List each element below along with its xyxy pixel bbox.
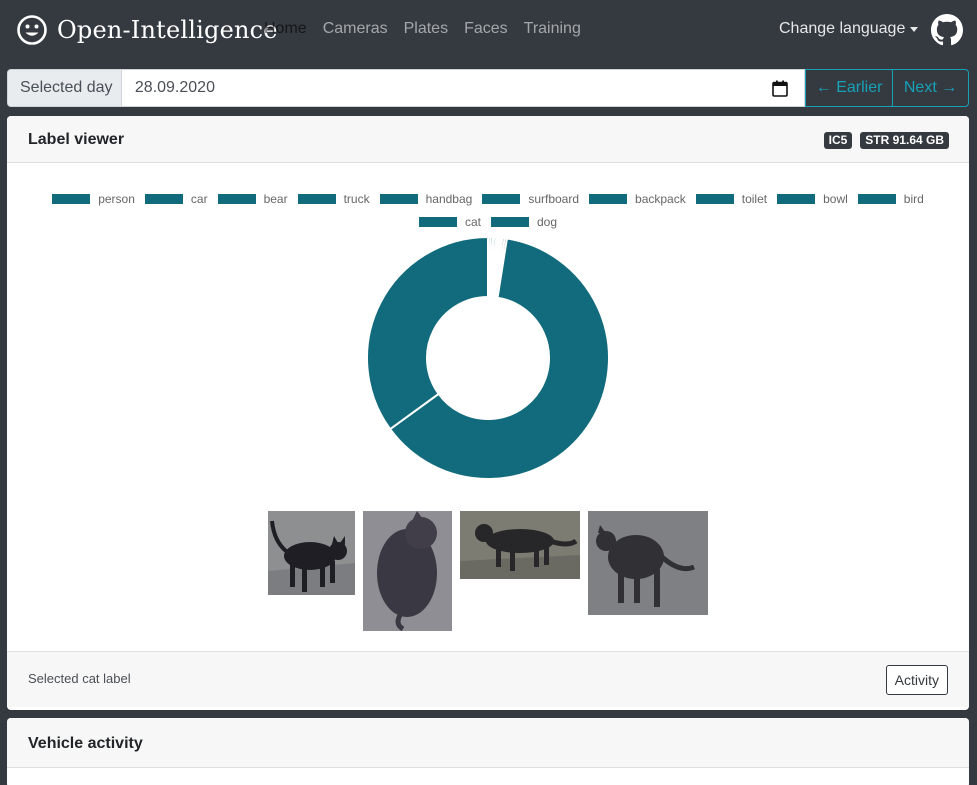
legend-label: toilet [741, 192, 768, 206]
legend-item-backpack[interactable]: backpack [589, 188, 686, 210]
language-dropdown[interactable]: Change language [779, 20, 919, 38]
legend-item-bird[interactable]: bird [857, 188, 924, 210]
cat-image-2-picture [363, 511, 452, 631]
legend-swatch [144, 194, 183, 204]
nav-link-plates[interactable]: Plates [404, 20, 448, 38]
legend-swatch [52, 194, 91, 204]
label-viewer-title: Label viewer [28, 131, 125, 148]
legend-label: person [98, 192, 135, 206]
cat-image-3-picture [460, 511, 580, 579]
legend-swatch [857, 194, 896, 204]
legend-label: bowl [823, 192, 848, 206]
smiley-face-icon [17, 15, 47, 45]
nav-link-home[interactable]: Home [264, 20, 307, 38]
legend-swatch [777, 194, 816, 204]
date-input[interactable]: 28.09.2020 [121, 69, 806, 107]
legend-swatch [379, 194, 418, 204]
label-viewer-footer: Selected cat label Activity [7, 651, 969, 707]
vehicle-activity-card: Vehicle activity [7, 718, 969, 785]
legend-label: car [190, 192, 208, 206]
legend-swatch [418, 217, 457, 227]
legend-swatch [217, 194, 256, 204]
brand[interactable]: Open-Intelligence [16, 13, 278, 47]
legend-label: cat [464, 215, 481, 229]
cat-image-2[interactable] [363, 511, 452, 631]
brand-name: Open-Intelligence [57, 16, 278, 44]
label-viewer-header: Label viewer IC5 STR 91.64 GB [7, 116, 969, 163]
cat-image-1-picture [268, 511, 355, 595]
legend-swatch [695, 194, 734, 204]
date-selector: Selected day 28.09.2020 ← Earlier Next → [7, 69, 969, 107]
cat-image-4-picture [588, 511, 708, 615]
cat-image-1[interactable] [268, 511, 355, 595]
legend-label: bird [903, 192, 924, 206]
navbar: Open-Intelligence Home Cameras Plates Fa… [0, 0, 977, 62]
nav-link-cameras[interactable]: Cameras [323, 20, 388, 38]
github-icon[interactable] [931, 14, 963, 46]
legend-item-toilet[interactable]: toilet [695, 188, 768, 210]
legend-label: surfboard [528, 192, 580, 206]
legend-label: backpack [635, 192, 686, 206]
legend-label: handbag [425, 192, 473, 206]
cat-image-3[interactable] [460, 511, 580, 579]
legend-label: truck [343, 192, 370, 206]
selected-label-text: Selected cat label [28, 671, 131, 686]
storage-badge: STR 91.64 GB [860, 132, 949, 149]
legend-swatch [482, 194, 521, 204]
vehicle-activity-header: Vehicle activity [7, 718, 969, 768]
donut-chart [366, 236, 610, 480]
nav-links: Home Cameras Plates Faces Training [264, 20, 597, 38]
legend-label: bear [263, 192, 288, 206]
vehicle-activity-title: Vehicle activity [28, 735, 143, 752]
date-value: 28.09.2020 [134, 79, 215, 96]
calendar-icon[interactable] [772, 80, 788, 97]
activity-button[interactable]: Activity [885, 665, 948, 695]
legend-swatch [297, 194, 336, 204]
label-viewer-card: Label viewer IC5 STR 91.64 GB person car b… [7, 116, 969, 710]
donut-slice-dog[interactable] [366, 236, 489, 431]
label-chart-area: person car bear truck handbag surfboard backpa… [7, 163, 969, 651]
legend-item-handbag[interactable]: handbag [379, 188, 473, 210]
legend-item-cat[interactable]: cat [418, 211, 481, 233]
next-button[interactable]: Next → [893, 69, 969, 107]
selected-day-label: Selected day [7, 69, 122, 107]
nav-link-training[interactable]: Training [524, 20, 581, 38]
legend-item-surfboard[interactable]: surfboard [482, 188, 579, 210]
legend-item-truck[interactable]: truck [297, 188, 370, 210]
legend-item-bowl[interactable]: bowl [777, 188, 848, 210]
legend-item-car[interactable]: car [144, 188, 208, 210]
legend-item-dog[interactable]: dog [490, 211, 558, 233]
legend-label: dog [536, 215, 558, 229]
legend-swatch [490, 217, 529, 227]
legend-item-person[interactable]: person [52, 188, 135, 210]
badges: IC5 STR 91.64 GB [816, 132, 949, 149]
chart-legend: person car bear truck handbag surfboard backpa… [7, 188, 969, 234]
legend-swatch [589, 194, 628, 204]
earlier-button[interactable]: ← Earlier [805, 69, 894, 107]
nav-link-faces[interactable]: Faces [464, 20, 508, 38]
language-label: Change language [779, 20, 906, 37]
legend-item-bear[interactable]: bear [217, 188, 288, 210]
ic5-badge: IC5 [823, 132, 853, 149]
caret-down-icon [910, 26, 919, 32]
cat-image-4[interactable] [588, 511, 708, 615]
